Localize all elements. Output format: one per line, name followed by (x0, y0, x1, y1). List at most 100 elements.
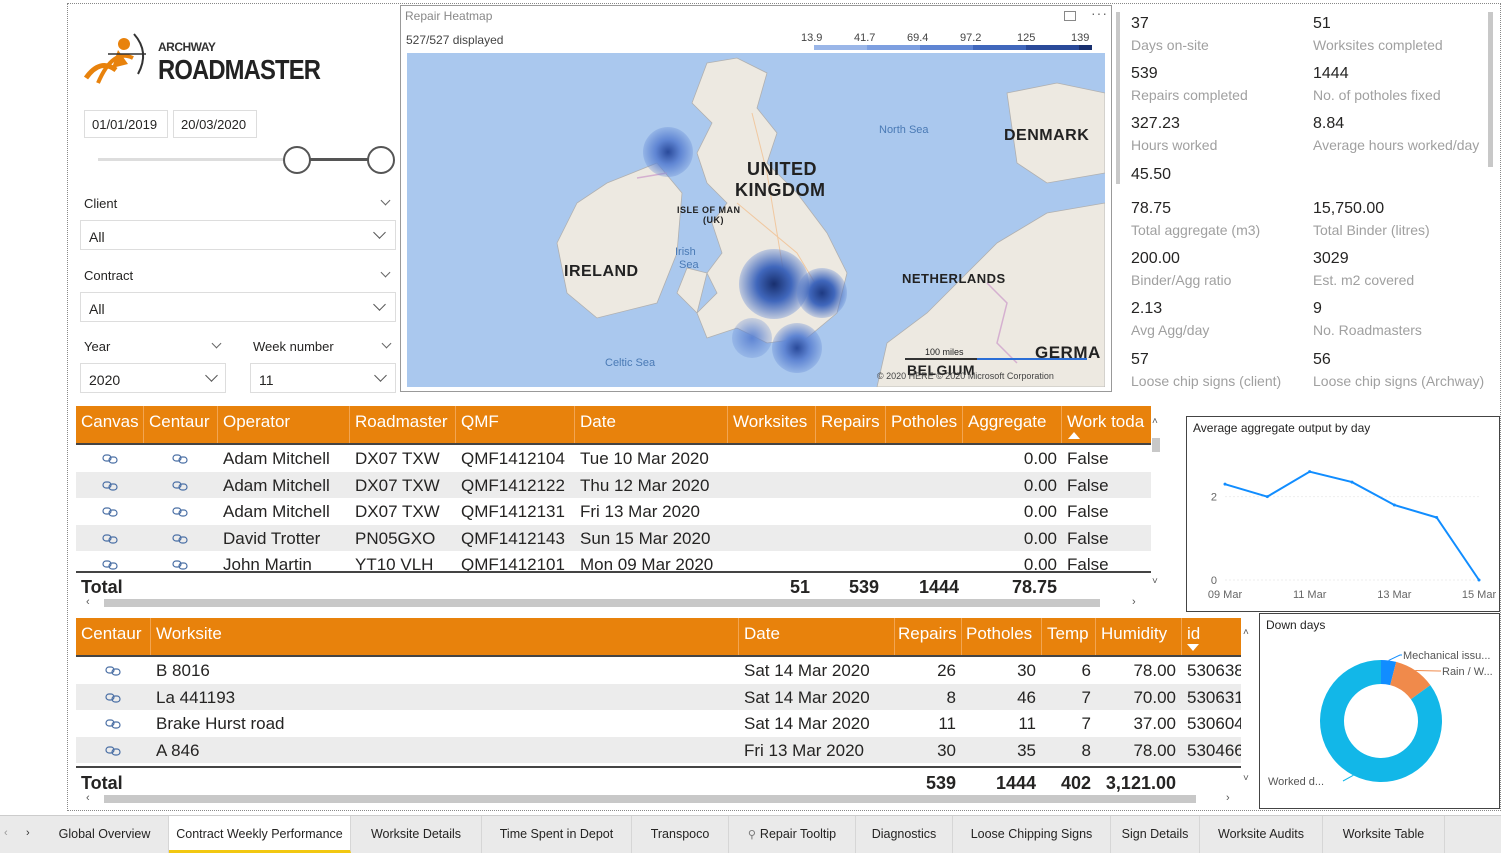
table2-hscroll-thumb[interactable] (104, 795, 1196, 803)
col-humidity[interactable]: Humidity (1101, 624, 1167, 644)
contract-dropdown[interactable]: All (80, 292, 396, 322)
table2-scroll-right-icon[interactable]: › (1226, 792, 1230, 804)
page-tab-bar: ‹ › Global Overview Contract Weekly Perfo… (0, 815, 1501, 853)
down-days-chart[interactable]: Down days Worked d... Mechanical issu... R… (1259, 613, 1500, 809)
avg-aggregate-chart[interactable]: Average aggregate output by day 0 2 09 Mar… (1186, 416, 1500, 612)
aggregate-cell: 0.00 (1023, 528, 1057, 548)
link-icon[interactable] (172, 449, 188, 464)
table-row[interactable]: Brake Hurst road Sat 14 Mar 2020 11 11 7 37.0… (76, 710, 1241, 737)
link-icon[interactable] (102, 449, 118, 464)
tab-diagnostics[interactable]: Diagnostics (856, 816, 953, 853)
table1-scroll-down-icon[interactable]: ˅ (1152, 576, 1158, 587)
line-point[interactable] (1477, 578, 1481, 582)
focus-mode-icon[interactable] (1064, 11, 1076, 21)
table-row[interactable]: A 846 Fri 13 Mar 2020 30 35 8 78.00 530466 (76, 736, 1241, 763)
sort-asc-icon[interactable] (1068, 432, 1080, 439)
date-slider-end-handle[interactable] (367, 146, 395, 174)
table-row[interactable]: John Martin YT10 VLH QMF1412101 Mon 09 Mar … (76, 551, 1151, 571)
link-icon[interactable] (172, 529, 188, 544)
line-point[interactable] (1223, 482, 1227, 486)
col-repairs[interactable]: Repairs (898, 624, 957, 644)
line-chart-svg: 0 2 09 Mar 11 Mar 13 Mar 15 Mar (1208, 470, 1496, 601)
more-options-icon[interactable]: ··· (1091, 5, 1108, 21)
line-point[interactable] (1392, 503, 1396, 507)
table-row[interactable]: La 441193 Sat 14 Mar 2020 8 46 7 70.00 530631 (76, 683, 1241, 710)
link-icon[interactable] (105, 714, 121, 729)
col-operator[interactable]: Operator (223, 412, 290, 432)
col-work-today[interactable]: Work toda (1067, 412, 1151, 432)
qmf-cell: QMF1412143 (461, 528, 565, 548)
table-row[interactable]: Adam Mitchell DX07 TXW QMF1412104 Tue 10 Ma… (76, 445, 1151, 472)
line-point[interactable] (1435, 516, 1439, 519)
donut-label: Rain / W... (1442, 666, 1493, 678)
tab-worksite-audits[interactable]: Worksite Audits (1200, 816, 1323, 853)
table1-scroll-right-icon[interactable]: › (1132, 596, 1136, 608)
link-icon[interactable] (102, 555, 118, 570)
tab-worksite-details[interactable]: Worksite Details (351, 816, 482, 853)
col-qmf[interactable]: QMF (461, 412, 499, 432)
table1-scroll-up-icon[interactable]: ˄ (1152, 416, 1158, 427)
start-date-input[interactable]: 01/01/2019 (84, 110, 168, 138)
col-id[interactable]: id (1187, 624, 1200, 644)
col-repairs[interactable]: Repairs (821, 412, 880, 432)
tab-sign-details[interactable]: Sign Details (1111, 816, 1200, 853)
link-icon[interactable] (102, 529, 118, 544)
legend-bar-4 (973, 45, 1026, 50)
line-point[interactable] (1350, 480, 1354, 484)
col-centaur[interactable]: Centaur (81, 624, 141, 644)
col-potholes[interactable]: Potholes (891, 412, 957, 432)
kpi-scrollbar-left[interactable] (1116, 12, 1120, 184)
col-date[interactable]: Date (580, 412, 616, 432)
table2-scroll-up-icon[interactable]: ˄ (1243, 627, 1249, 638)
tab-repair-tooltip[interactable]: ⚲ Repair Tooltip (729, 816, 856, 853)
table1-scroll-left-icon[interactable]: ‹ (86, 596, 90, 608)
tab-time-spent-in-depot[interactable]: Time Spent in Depot (482, 816, 632, 853)
col-roadmaster[interactable]: Roadmaster (355, 412, 448, 432)
tab-worksite-table[interactable]: Worksite Table (1323, 816, 1445, 853)
table-row[interactable]: B 8016 Sat 14 Mar 2020 26 30 6 78.00 530638 (76, 657, 1241, 684)
col-worksites[interactable]: Worksites (733, 412, 807, 432)
link-icon[interactable] (172, 502, 188, 517)
table2-scroll-left-icon[interactable]: ‹ (86, 792, 90, 804)
col-aggregate[interactable]: Aggregate (968, 412, 1046, 432)
end-date-input[interactable]: 20/03/2020 (173, 110, 257, 138)
col-potholes[interactable]: Potholes (966, 624, 1032, 644)
col-temp[interactable]: Temp (1047, 624, 1089, 644)
link-icon[interactable] (105, 741, 121, 756)
table1-hscroll-thumb[interactable] (104, 599, 1100, 607)
link-icon[interactable] (105, 661, 121, 676)
tab-loose-chipping-signs[interactable]: Loose Chipping Signs (953, 816, 1111, 853)
line-series[interactable] (1224, 470, 1480, 581)
legend-bar-2 (867, 45, 920, 50)
table2-scroll-down-icon[interactable]: ˅ (1243, 773, 1249, 784)
link-icon[interactable] (102, 502, 118, 517)
col-worksite[interactable]: Worksite (156, 624, 222, 644)
table1-vscroll-thumb[interactable] (1152, 438, 1160, 452)
table-row[interactable]: David Trotter PN05GXO QMF1412143 Sun 15 Mar… (76, 524, 1151, 551)
col-canvas[interactable]: Canvas (81, 412, 139, 432)
sort-desc-icon[interactable] (1187, 644, 1199, 651)
date-slider-start-handle[interactable] (283, 146, 311, 174)
link-icon[interactable] (172, 555, 188, 570)
tab-global-overview[interactable]: Global Overview (41, 816, 169, 853)
worksite-cell: La 441193 (156, 687, 236, 707)
table-row[interactable]: Adam Mitchell DX07 TXW QMF1412122 Thu 12 Ma… (76, 471, 1151, 498)
line-point[interactable] (1308, 470, 1312, 474)
map-canvas[interactable]: UNITED KINGDOM IRELAND DENMARK NETHERLAN… (407, 53, 1105, 387)
link-icon[interactable] (172, 476, 188, 491)
col-centaur[interactable]: Centaur (149, 412, 209, 432)
link-icon[interactable] (102, 476, 118, 491)
link-icon[interactable] (105, 688, 121, 703)
week-dropdown[interactable]: 11 (250, 363, 396, 393)
line-point[interactable] (1265, 495, 1269, 499)
date-cell: Sat 14 Mar 2020 (744, 661, 870, 680)
tab-scroll-right-icon[interactable]: › (26, 827, 30, 839)
table-row[interactable]: Adam Mitchell DX07 TXW QMF1412131 Fri 13 Ma… (76, 498, 1151, 525)
kpi-scrollbar-right[interactable] (1488, 12, 1493, 167)
client-dropdown[interactable]: All (80, 220, 396, 250)
tab-contract-weekly-performance[interactable]: Contract Weekly Performance (169, 816, 351, 853)
col-date[interactable]: Date (744, 624, 780, 644)
tab-transpoco[interactable]: Transpoco (632, 816, 729, 853)
year-dropdown[interactable]: 2020 (80, 363, 226, 393)
tab-scroll-left-icon[interactable]: ‹ (4, 827, 8, 839)
